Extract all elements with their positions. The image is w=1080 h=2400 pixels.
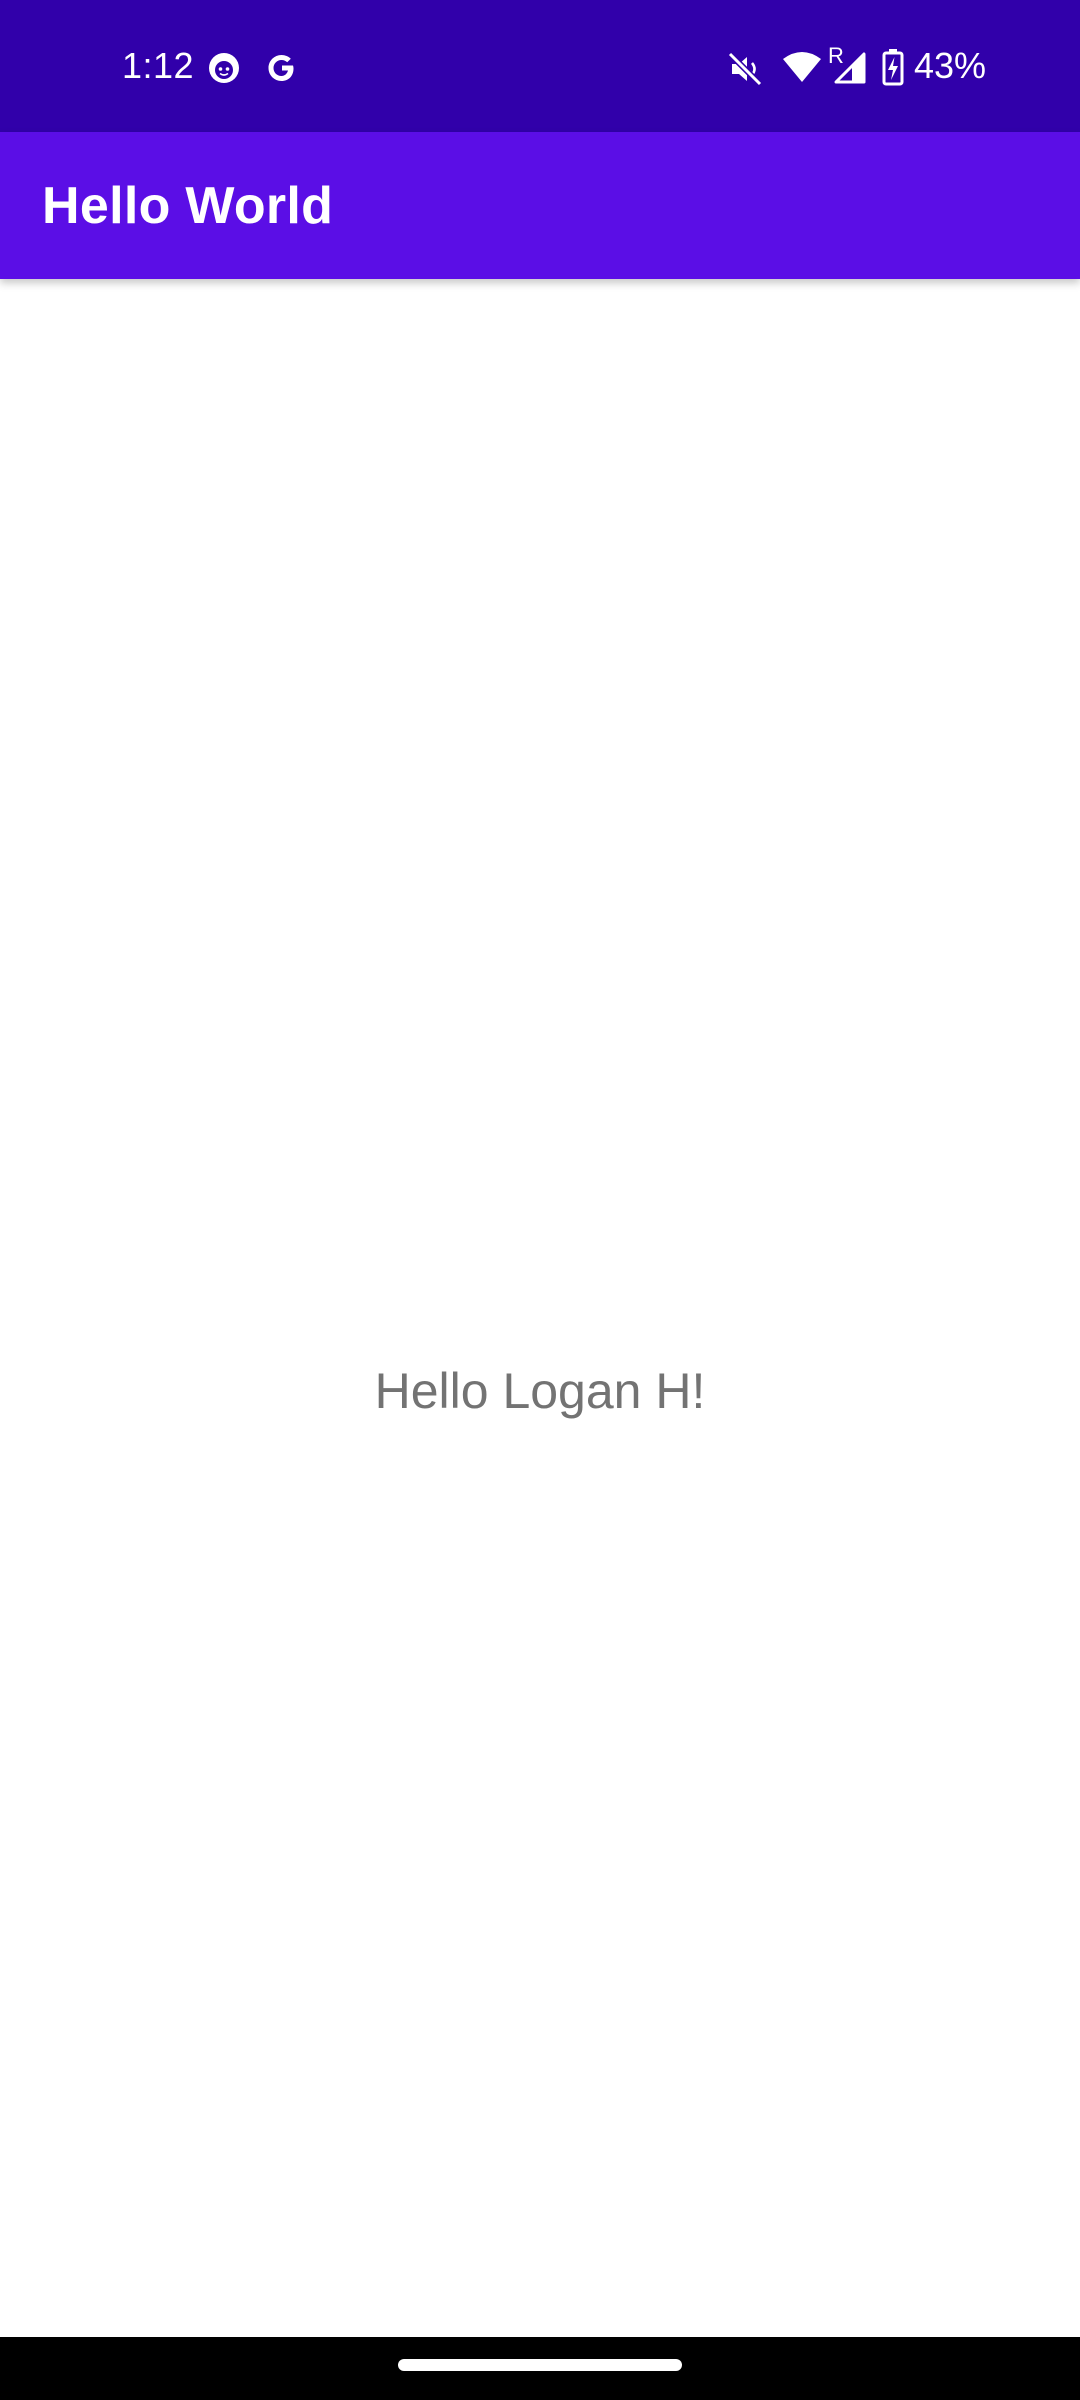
google-g-icon [268, 55, 294, 81]
main-content: Hello Logan H! [0, 279, 1080, 2337]
home-gesture-handle[interactable] [398, 2359, 682, 2371]
cell-signal-icon [834, 52, 866, 84]
navigation-bar [0, 2337, 1080, 2400]
greeting-text: Hello Logan H! [374, 1363, 706, 1419]
screen: 1:12 R 43% Hello World Hello Logan H! [0, 0, 1080, 2400]
wifi-icon [783, 52, 821, 82]
face-notification-icon [209, 53, 239, 83]
status-bar: 1:12 R 43% [0, 0, 1080, 132]
app-bar: Hello World [0, 132, 1080, 279]
app-title: Hello World [42, 177, 334, 235]
battery-percent: 43% [914, 45, 987, 86]
battery-charging-icon [882, 49, 904, 86]
mute-icon [727, 51, 763, 87]
status-time: 1:12 [122, 45, 195, 86]
